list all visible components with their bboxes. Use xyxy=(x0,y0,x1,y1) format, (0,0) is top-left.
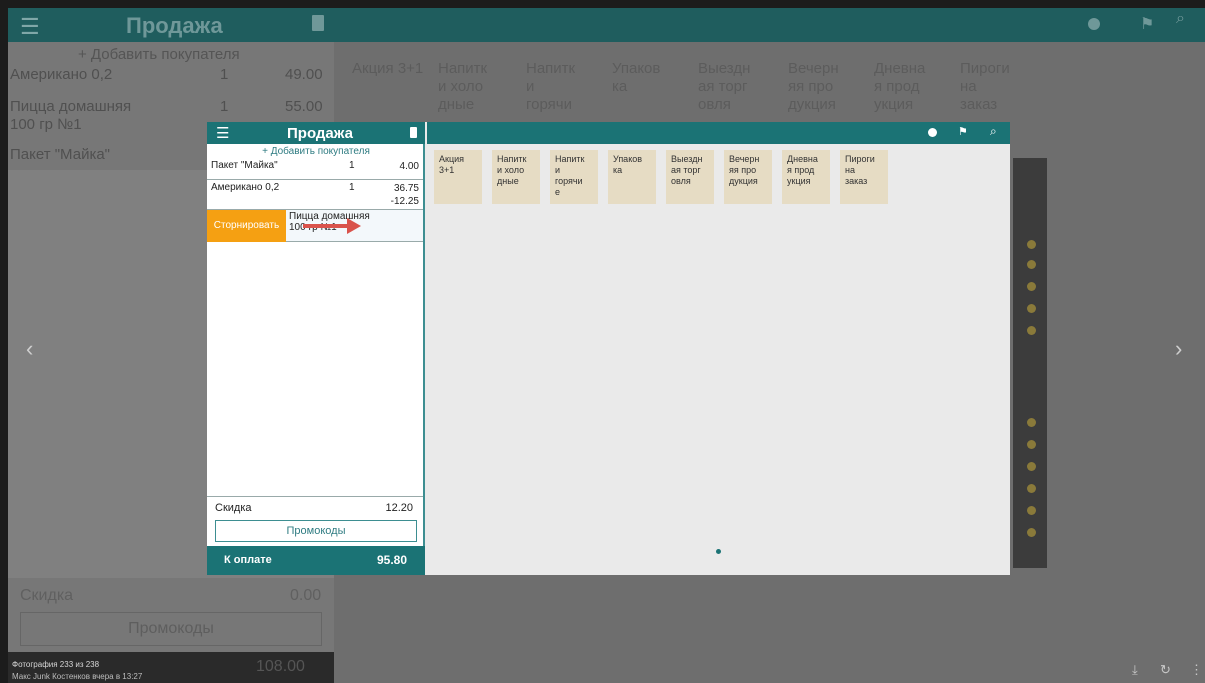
bg-item: 100 гр №1 xyxy=(10,116,82,133)
bg-item: Пакет "Майка" xyxy=(10,146,111,163)
promo-codes-button[interactable]: Промокоды xyxy=(215,520,417,542)
next-photo-arrow-icon[interactable]: › xyxy=(1175,336,1182,362)
bg-category: Пироги на заказ xyxy=(960,60,1010,113)
trash-icon[interactable] xyxy=(410,127,417,138)
bg-title: Продажа xyxy=(126,13,223,38)
bg-dot xyxy=(1027,484,1036,493)
bg-menu-icon: ☰ xyxy=(20,14,40,39)
category-tile[interactable]: Акция 3+1 xyxy=(434,150,482,204)
bg-dot xyxy=(1027,326,1036,335)
bg-dot xyxy=(1027,462,1036,471)
swipe-arrow-icon xyxy=(303,224,349,228)
pay-label: К оплате xyxy=(224,554,272,566)
bg-category: Выездн ая торг овля xyxy=(698,60,751,113)
page-title: Продажа xyxy=(287,125,353,142)
menu-icon[interactable]: ☰ xyxy=(216,124,229,142)
receipt-header: ☰ Продажа xyxy=(207,122,425,144)
category-tile[interactable]: Упаков ка xyxy=(608,150,656,204)
search-icon[interactable]: ⌕ xyxy=(990,124,997,139)
bg-dot xyxy=(1027,506,1036,515)
bg-category: Упаков ка xyxy=(612,60,661,95)
pos-screenshot: ☰ Продажа + Добавить покупателя Пакет "М… xyxy=(207,122,1010,575)
storno-button[interactable]: Сторнировать xyxy=(207,210,286,242)
category-tile[interactable]: Дневна я прод укция xyxy=(782,150,830,204)
total-amount: 95.80 xyxy=(376,553,407,567)
bg-trash-icon xyxy=(312,15,324,31)
category-tile[interactable]: Напитк и холо дные xyxy=(492,150,540,204)
previous-photo-arrow-icon[interactable]: ‹ xyxy=(26,336,33,362)
bg-dot xyxy=(1027,240,1036,249)
bg-flag-icon: ⚑ xyxy=(1140,16,1155,33)
info-icon[interactable] xyxy=(928,128,937,137)
bg-dot xyxy=(1027,282,1036,291)
more-options-icon[interactable]: ⋮ xyxy=(1190,662,1203,678)
rotate-icon[interactable]: ↻ xyxy=(1160,662,1171,678)
divider xyxy=(207,496,423,497)
page-indicator-dot xyxy=(716,549,721,554)
bg-search-icon: ⌕ xyxy=(1176,10,1185,27)
photo-author: Макс Junk Костенков вчера в 13:27 xyxy=(12,672,143,681)
flag-icon[interactable]: ⚑ xyxy=(958,125,968,138)
bg-right-strip xyxy=(1013,158,1047,568)
bg-category: Напитк и холо дные xyxy=(438,60,488,113)
bg-add-customer: + Добавить покупателя xyxy=(78,46,240,63)
bg-category: Вечерн яя про дукция xyxy=(788,60,839,113)
category-tile[interactable]: Пироги на заказ xyxy=(840,150,888,204)
bg-header: ☰ Продажа ⚑ ⌕ xyxy=(8,8,1205,42)
download-icon[interactable]: ⤓ xyxy=(1132,662,1138,678)
bg-discount-value: 0.00 xyxy=(290,587,322,604)
bg-item: Пицца домашняя 1 55.00 xyxy=(10,98,323,115)
bg-discount-label: Скидка xyxy=(20,587,74,604)
pay-footer[interactable]: К оплате 95.80 xyxy=(207,546,425,575)
bg-dot xyxy=(1027,528,1036,537)
bg-promo-button: Промокоды xyxy=(20,612,322,646)
catalog-header: ⚑ ⌕ xyxy=(427,122,1010,144)
category-tile[interactable]: Вечерн яя про дукция xyxy=(724,150,772,204)
receipt-item[interactable]: Американо 0,2 1 36.75 -12.25 xyxy=(207,180,423,210)
bg-category: Напитк и горячи xyxy=(526,60,576,113)
receipt-item[interactable]: Пакет "Майка" 1 4.00 xyxy=(207,158,423,180)
category-tile[interactable]: Напитк и горячи е xyxy=(550,150,598,204)
bg-category: Дневна я прод укция xyxy=(874,60,926,113)
category-tile[interactable]: Выездн ая торг овля xyxy=(666,150,714,204)
bg-dot xyxy=(1027,260,1036,269)
bg-dot xyxy=(1027,418,1036,427)
discount-label: Скидка xyxy=(215,502,252,514)
bg-info-icon xyxy=(1088,18,1100,30)
bg-category: Акция 3+1 xyxy=(352,60,424,77)
swipe-arrow-head-icon xyxy=(347,218,361,234)
discount-value: 12.20 xyxy=(385,502,413,514)
bg-dot xyxy=(1027,440,1036,449)
bg-total: 108.00 xyxy=(256,658,305,675)
bg-dot xyxy=(1027,304,1036,313)
photo-counter: Фотография 233 из 238 xyxy=(12,660,100,669)
receipt-panel: ☰ Продажа + Добавить покупателя Пакет "М… xyxy=(207,122,425,575)
add-customer-link[interactable]: + Добавить покупателя xyxy=(207,146,425,157)
bg-item: Американо 0,2 1 49.00 xyxy=(10,66,323,83)
